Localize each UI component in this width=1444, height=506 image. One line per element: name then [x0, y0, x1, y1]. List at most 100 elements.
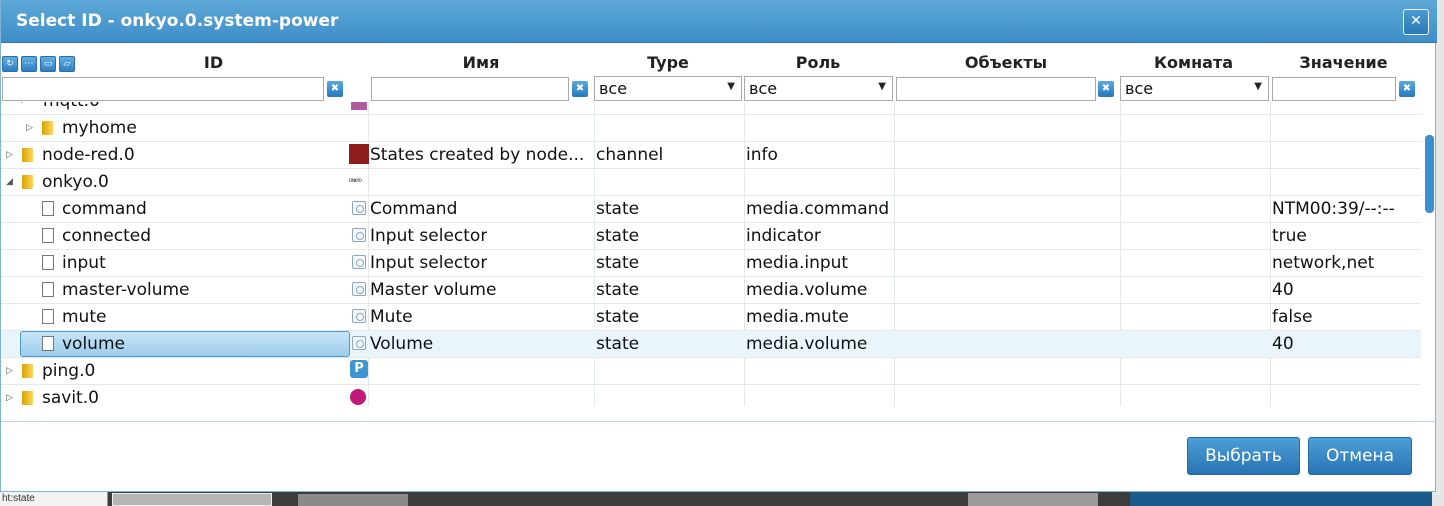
row-type: state — [596, 334, 640, 354]
grid-scrollbar[interactable] — [1425, 135, 1434, 213]
role-filter-select[interactable]: все ▼ — [744, 76, 893, 101]
row-name: Volume — [370, 334, 434, 354]
folder-open-icon: ▱ — [63, 59, 71, 69]
column-header-objects[interactable]: Объекты — [941, 53, 1071, 72]
onkyo-logo-icon: ONKYO — [349, 178, 362, 183]
file-icon — [42, 309, 54, 324]
tree-row-mqtt[interactable]: ▸ mqtt.0 — [1, 102, 1421, 115]
type-filter-select[interactable]: все ▼ — [594, 76, 742, 101]
file-icon — [42, 336, 54, 351]
expand-button[interactable]: ▱ — [59, 56, 75, 72]
background-text: ht:state — [2, 493, 35, 504]
refresh-button[interactable]: ↻ — [2, 56, 18, 72]
clear-id-filter-button[interactable]: ✖ — [326, 80, 344, 98]
clear-value-filter-button[interactable]: ✖ — [1398, 80, 1416, 98]
expand-arrow-icon[interactable]: ▷ — [6, 366, 13, 376]
row-role: media.volume — [746, 280, 868, 300]
id-filter-input[interactable] — [2, 77, 324, 101]
row-value: NTM00:39/--:-- — [1272, 199, 1395, 219]
room-filter-select[interactable]: все ▼ — [1120, 76, 1269, 101]
role-filter-value: все — [749, 79, 778, 98]
collapse-arrow-icon: ▸ — [21, 102, 26, 106]
row-id: master-volume — [62, 280, 190, 300]
folder-open-icon — [22, 175, 33, 189]
expand-arrow-icon[interactable]: ▷ — [26, 123, 33, 133]
tree-row-mute[interactable]: mute Mute state media.mute false — [1, 304, 1421, 331]
tree-row-connected[interactable]: connected Input selector state indicator… — [1, 223, 1421, 250]
row-id: ping.0 — [42, 361, 96, 381]
row-type: state — [596, 226, 640, 246]
folder-icon — [22, 391, 33, 405]
folder-icon — [42, 121, 53, 135]
row-name: Input selector — [370, 226, 488, 246]
type-filter-value: все — [599, 79, 628, 98]
footer-divider — [1, 421, 1437, 422]
node-red-logo-icon — [349, 144, 369, 164]
row-role: media.volume — [746, 334, 868, 354]
column-header-type[interactable]: Type — [608, 53, 728, 72]
column-header-value[interactable]: Значение — [1276, 53, 1411, 72]
clear-name-filter-button[interactable]: ✖ — [571, 80, 589, 98]
state-icon — [352, 282, 366, 296]
dialog-title: Select ID - onkyo.0.system-power — [16, 11, 339, 31]
select-button[interactable]: Выбрать — [1187, 437, 1300, 475]
row-name: Master volume — [370, 280, 497, 300]
row-id: myhome — [62, 118, 137, 138]
column-header-room[interactable]: Комната — [1131, 53, 1256, 72]
savit-logo-icon — [350, 389, 366, 405]
tree-row-savit[interactable]: ▷ savit.0 — [1, 385, 1421, 406]
tree-row-input[interactable]: input Input selector state media.input n… — [1, 250, 1421, 277]
column-header-name[interactable]: Имя — [421, 53, 541, 72]
column-header-id[interactable]: ID — [151, 53, 276, 72]
collapse-arrow-icon[interactable]: ◢ — [6, 177, 13, 187]
collapse-button[interactable]: ▭ — [40, 56, 56, 72]
dialog-titlebar: Select ID - onkyo.0.system-power ✕ — [1, 0, 1437, 43]
row-type: state — [596, 253, 640, 273]
expand-arrow-icon[interactable]: ▷ — [6, 150, 13, 160]
file-icon — [42, 255, 54, 270]
refresh-icon: ↻ — [6, 59, 14, 69]
row-id: command — [62, 199, 147, 219]
tree-row-myhome[interactable]: ▷ myhome — [1, 115, 1421, 142]
tree-row-master-volume[interactable]: master-volume Master volume state media.… — [1, 277, 1421, 304]
background-panel-left: ht:state — [0, 490, 108, 506]
cancel-button[interactable]: Отмена — [1308, 437, 1412, 475]
state-icon — [352, 336, 366, 350]
tree-row-onkyo[interactable]: ◢ onkyo.0 ONKYO — [1, 169, 1421, 196]
background-block — [298, 494, 408, 506]
room-filter-value: все — [1125, 79, 1154, 98]
row-value: true — [1272, 226, 1307, 246]
row-name: Command — [370, 199, 458, 219]
expand-arrow-icon[interactable]: ▷ — [6, 393, 13, 403]
row-id: node-red.0 — [42, 145, 135, 165]
state-icon — [352, 228, 366, 242]
tree-row-command[interactable]: command Command state media.command NTM0… — [1, 196, 1421, 223]
row-name: Input selector — [370, 253, 488, 273]
list-icon: ⋯ — [24, 59, 34, 69]
mqtt-logo-icon — [351, 102, 367, 110]
name-filter-input[interactable] — [371, 77, 569, 101]
objects-filter-input[interactable] — [896, 77, 1096, 101]
state-icon — [352, 309, 366, 323]
value-filter-input[interactable] — [1272, 77, 1396, 101]
file-icon — [42, 282, 54, 297]
chevron-down-icon: ▼ — [727, 81, 735, 92]
row-role: media.input — [746, 253, 849, 273]
row-type: channel — [596, 145, 664, 165]
row-id: onkyo.0 — [42, 172, 109, 192]
clear-objects-filter-button[interactable]: ✖ — [1097, 80, 1115, 98]
select-id-dialog: Select ID - onkyo.0.system-power ✕ ↻ ⋯ ▭… — [0, 0, 1437, 492]
list-button[interactable]: ⋯ — [21, 56, 37, 72]
close-button[interactable]: ✕ — [1403, 9, 1429, 35]
state-icon — [352, 255, 366, 269]
tree-row-node-red[interactable]: ▷ node-red.0 States created by node... c… — [1, 142, 1421, 169]
background-block — [112, 493, 272, 506]
file-icon — [42, 228, 54, 243]
tree-row-volume-selected[interactable]: volume Volume state media.volume 40 — [1, 331, 1421, 358]
row-name: Mute — [370, 307, 413, 327]
row-id: savit.0 — [42, 388, 99, 406]
column-header-role[interactable]: Роль — [758, 53, 878, 72]
row-role: info — [746, 145, 778, 165]
row-id: input — [62, 253, 106, 273]
tree-row-ping[interactable]: ▷ ping.0 P — [1, 358, 1421, 385]
